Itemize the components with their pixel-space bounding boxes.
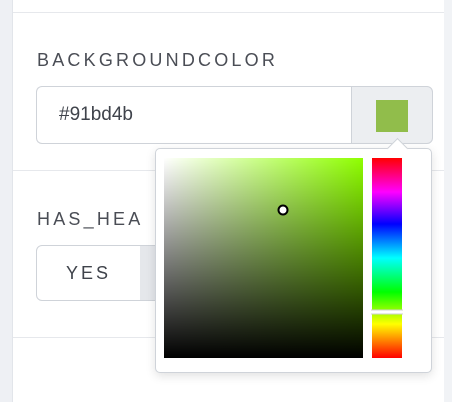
saturation-brightness-area[interactable] xyxy=(164,158,363,358)
right-scrollbar-track[interactable] xyxy=(444,0,452,402)
settings-panel: BACKGROUNDCOLOR HAS_HEA YES xyxy=(0,0,452,402)
divider xyxy=(13,12,444,13)
color-picker-popover xyxy=(155,137,432,373)
color-selector-handle[interactable] xyxy=(277,204,289,216)
color-hex-input[interactable] xyxy=(36,86,351,144)
backgroundcolor-label: BACKGROUNDCOLOR xyxy=(37,50,279,70)
color-swatch xyxy=(376,100,408,132)
hue-slider[interactable] xyxy=(371,158,403,358)
yes-button[interactable]: YES xyxy=(36,245,141,301)
color-input-group xyxy=(36,86,434,146)
left-sidebar-edge xyxy=(0,0,13,402)
color-swatch-button[interactable] xyxy=(351,86,433,144)
has-header-label: HAS_HEA xyxy=(37,209,144,229)
hue-slider-handle[interactable] xyxy=(371,309,403,315)
